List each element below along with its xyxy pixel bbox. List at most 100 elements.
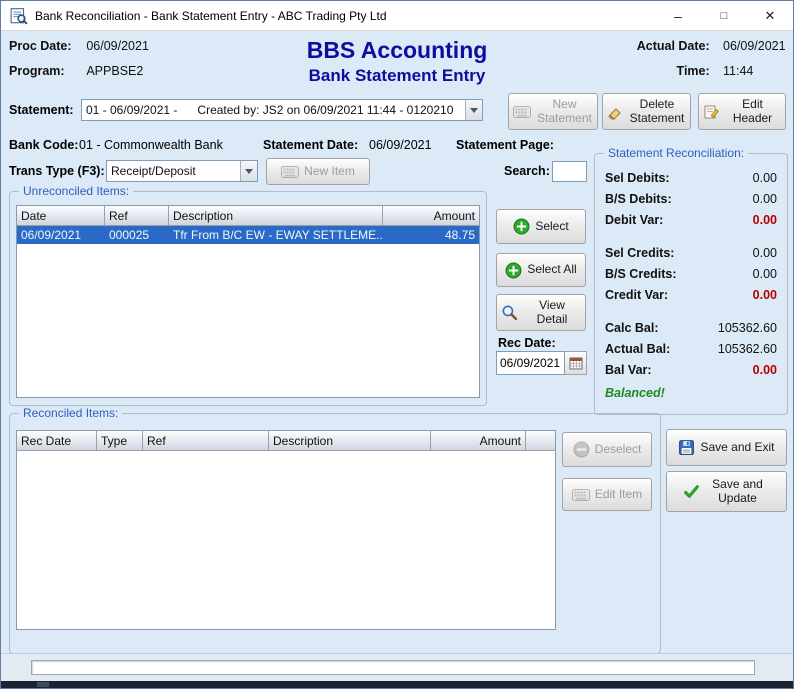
deselect-minus-icon xyxy=(573,441,590,458)
time-label: Time: xyxy=(622,64,710,78)
edit-header-label: Edit Header xyxy=(724,98,781,126)
recon-row-credit-var: Credit Var:0.00 xyxy=(605,284,777,305)
view-detail-button[interactable]: View Detail xyxy=(496,294,586,331)
actual-date-value: 06/09/2021 xyxy=(713,39,785,53)
search-input[interactable] xyxy=(552,161,587,182)
delete-statement-button[interactable]: Delete Statement xyxy=(602,93,691,130)
column-header-type[interactable]: Type xyxy=(97,431,143,450)
select-label: Select xyxy=(535,220,568,234)
proc-date-value: 06/09/2021 xyxy=(82,39,149,53)
edit-item-icon xyxy=(572,489,590,501)
window-title: Bank Reconciliation - Bank Statement Ent… xyxy=(35,9,387,23)
column-header-amount[interactable]: Amount xyxy=(383,206,479,225)
recon-row-bal-var: Bal Var: 0.00 xyxy=(605,359,777,380)
statement-date-label: Statement Date: xyxy=(263,138,358,152)
save-and-exit-button[interactable]: Save and Exit xyxy=(666,429,787,466)
minimize-button[interactable]: – xyxy=(655,1,701,30)
actual-date-label: Actual Date: xyxy=(622,39,710,53)
screen-title: Bank Statement Entry xyxy=(161,66,633,86)
unreconciled-table-header: Date Ref Description Amount xyxy=(17,206,479,226)
balanced-status: Balanced! xyxy=(605,386,777,400)
unreconciled-items-title: Unreconciled Items: xyxy=(19,184,133,198)
reconciled-table-header: Rec Date Type Ref Description Amount xyxy=(17,431,555,451)
recon-value: 0.00 xyxy=(753,192,777,206)
column-header-ref[interactable]: Ref xyxy=(143,431,269,450)
close-button[interactable]: ✕ xyxy=(747,1,793,30)
maximize-button[interactable]: □ xyxy=(701,1,747,30)
column-header-description[interactable]: Description xyxy=(169,206,383,225)
recon-value: 0.00 xyxy=(753,288,777,302)
unreconciled-table: Date Ref Description Amount 06/09/2021 0… xyxy=(16,205,480,398)
recon-row-calc-bal: Calc Bal:105362.60 xyxy=(605,317,777,338)
column-header-filler xyxy=(526,431,555,450)
recon-label: Bal Var: xyxy=(605,363,652,377)
select-all-button[interactable]: Select All xyxy=(496,253,586,287)
recon-value: 0.00 xyxy=(753,363,777,377)
statement-label: Statement: xyxy=(9,103,74,117)
recon-row-sel-debits: Sel Debits: 0.00 xyxy=(605,167,777,188)
recon-value: 0.00 xyxy=(753,171,777,185)
edit-item-button[interactable]: Edit Item xyxy=(562,478,652,511)
app-title: BBS Accounting xyxy=(161,37,633,64)
app-window: Bank Reconciliation - Bank Statement Ent… xyxy=(0,0,794,689)
recon-row-bs-debits: B/S Debits:0.00 xyxy=(605,188,777,209)
new-statement-label: New Statement xyxy=(536,98,593,126)
chevron-down-icon[interactable] xyxy=(240,161,257,181)
unreconciled-table-empty-area xyxy=(17,244,479,397)
recon-row-actual-bal: Actual Bal:105362.60 xyxy=(605,338,777,359)
delete-statement-label: Delete Statement xyxy=(628,98,686,126)
chevron-down-icon[interactable] xyxy=(465,100,482,120)
proc-date-label: Proc Date: xyxy=(9,39,79,53)
reconciled-items-group: Reconciled Items: Rec Date Type Ref Desc… xyxy=(9,413,661,654)
statement-combobox[interactable]: 01 - 06/09/2021 - Created by: JS2 on 06/… xyxy=(81,99,483,121)
select-all-plus-icon xyxy=(505,262,522,279)
recon-row-sel-credits: Sel Credits: 0.00 xyxy=(605,242,777,263)
search-label: Search: xyxy=(504,164,550,178)
deselect-label: Deselect xyxy=(595,443,642,457)
magnifier-icon xyxy=(501,304,518,321)
select-button[interactable]: Select xyxy=(496,209,586,244)
recon-value: 0.00 xyxy=(753,267,777,281)
status-bar xyxy=(1,653,793,681)
save-and-exit-label: Save and Exit xyxy=(700,441,774,455)
reconciled-table-empty-area xyxy=(17,451,555,629)
column-header-date[interactable]: Date xyxy=(17,206,105,225)
program-label: Program: xyxy=(9,64,79,78)
column-header-amount[interactable]: Amount xyxy=(431,431,526,450)
trans-type-value: Receipt/Deposit xyxy=(107,162,240,180)
rec-date-input[interactable] xyxy=(496,351,565,375)
unreconciled-items-group: Unreconciled Items: Date Ref Description… xyxy=(9,191,487,406)
edit-header-icon xyxy=(703,104,719,120)
recon-label: Sel Debits: xyxy=(605,171,670,185)
cell-ref: 000025 xyxy=(105,226,169,244)
recon-value: 105362.60 xyxy=(718,321,777,335)
select-all-label: Select All xyxy=(527,263,576,277)
view-detail-label: View Detail xyxy=(523,299,581,327)
recon-row-debit-var: Debit Var:0.00 xyxy=(605,209,777,230)
column-header-rec-date[interactable]: Rec Date xyxy=(17,431,97,450)
column-header-ref[interactable]: Ref xyxy=(105,206,169,225)
form-content: Proc Date: 06/09/2021 Program: APPBSE2 B… xyxy=(1,31,793,681)
new-item-button[interactable]: New Item xyxy=(266,158,370,185)
new-item-icon xyxy=(281,166,299,178)
header-right: Actual Date: 06/09/2021 Time: 11:44 xyxy=(622,39,785,89)
calendar-icon[interactable] xyxy=(565,351,587,375)
new-item-label: New Item xyxy=(304,165,355,179)
recon-value: 0.00 xyxy=(753,246,777,260)
reconciled-table: Rec Date Type Ref Description Amount xyxy=(16,430,556,630)
new-statement-button[interactable]: New Statement xyxy=(508,93,598,130)
statement-date-value: 06/09/2021 xyxy=(369,138,432,152)
unreconciled-table-row[interactable]: 06/09/2021 000025 Tfr From B/C EW - EWAY… xyxy=(17,226,479,244)
reconciled-items-title: Reconciled Items: xyxy=(19,406,122,420)
titlebar: Bank Reconciliation - Bank Statement Ent… xyxy=(1,1,793,31)
cell-description: Tfr From B/C EW - EWAY SETTLEME... xyxy=(169,226,383,244)
recon-value: 105362.60 xyxy=(718,342,777,356)
trans-type-combobox[interactable]: Receipt/Deposit xyxy=(106,160,258,182)
column-header-description[interactable]: Description xyxy=(269,431,431,450)
program-value: APPBSE2 xyxy=(82,64,143,78)
save-and-update-button[interactable]: Save and Update xyxy=(666,471,787,512)
status-field xyxy=(31,660,755,675)
deselect-button[interactable]: Deselect xyxy=(562,432,652,467)
recon-label: Sel Credits: xyxy=(605,246,674,260)
edit-header-button[interactable]: Edit Header xyxy=(698,93,786,130)
